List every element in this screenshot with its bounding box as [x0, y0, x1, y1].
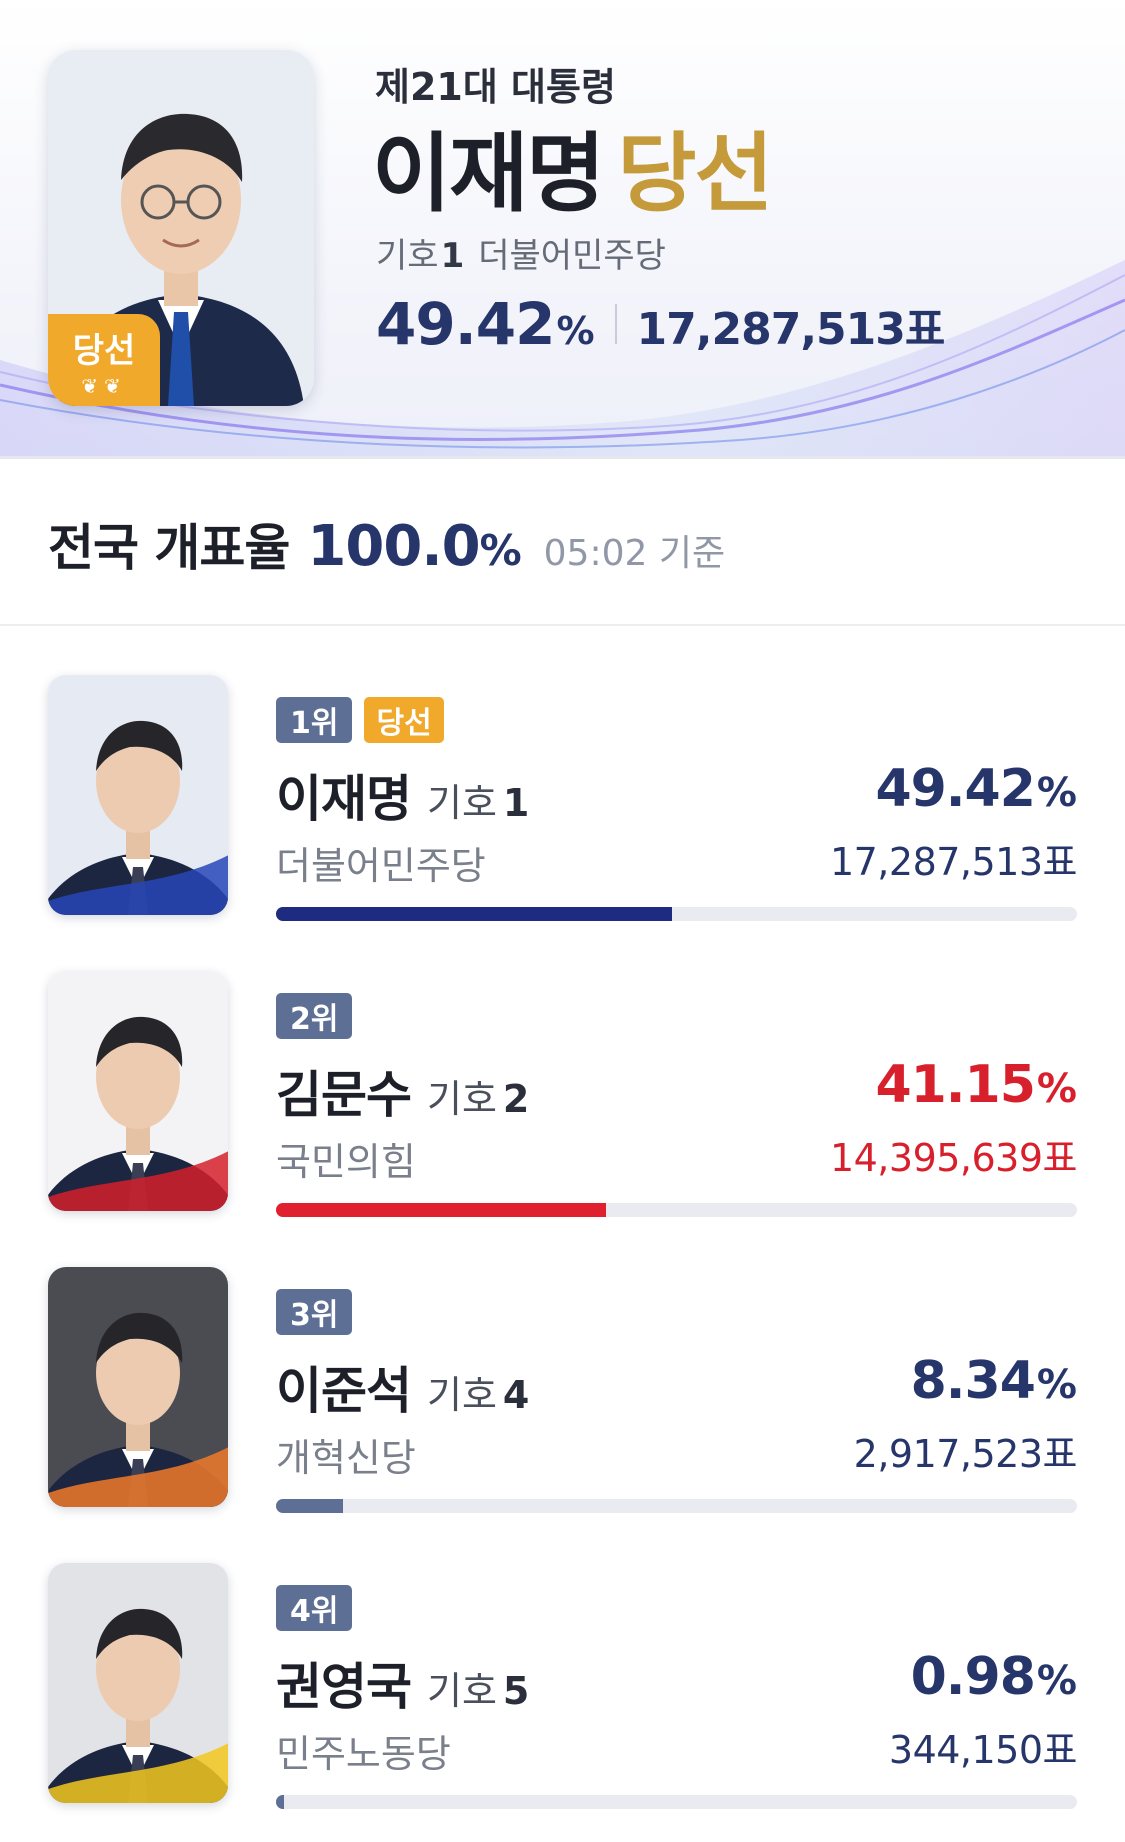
candidate-percent: 49.42 — [875, 759, 1035, 819]
rank-badge: 3위 — [276, 1289, 353, 1335]
ballot-number: 1 — [502, 781, 530, 825]
winner-name: 이재명 — [372, 124, 605, 224]
vote-share-bar — [276, 1203, 1077, 1217]
winner-stats: 49.42% 17,287,513표 — [376, 290, 946, 358]
candidate-percent: 8.34 — [910, 1351, 1036, 1411]
candidate-photo — [48, 1563, 228, 1803]
candidate-row[interactable]: 3위 이준석 기호 4 개혁신당 8.34% 2,917,523표 — [0, 1267, 1125, 1517]
vote-share-bar-fill — [276, 1795, 284, 1809]
candidate-row[interactable]: 2위 김문수 기호 2 국민의힘 41.15% 14,395,639표 — [0, 971, 1125, 1221]
candidate-portrait — [48, 1267, 228, 1507]
candidate-name-row: 김문수 기호 2 — [276, 1055, 529, 1127]
vote-share-bar-fill — [276, 1203, 606, 1217]
ballot-label: 기호 — [427, 1077, 497, 1121]
counting-rate-percent: 100.0 — [307, 514, 480, 579]
winner-headline: 이재명 당선 — [372, 124, 774, 224]
section-divider — [0, 624, 1125, 626]
candidate-badges: 1위 당선 — [276, 697, 444, 743]
winner-party: 더불어민주당 — [478, 236, 666, 276]
winner-ballot-number: 1 — [440, 236, 465, 276]
candidate-name: 이준석 — [276, 1362, 412, 1420]
candidate-votes: 2,917,523표 — [853, 1432, 1078, 1476]
counting-rate-percent-sign: % — [479, 526, 522, 575]
winner-hero: 당선 ❦❦ 제21대 대통령 이재명 당선 기호1 더불어민주당 49.42% 17… — [0, 0, 1125, 458]
candidate-name: 권영국 — [276, 1658, 412, 1716]
candidate-percent-sign: % — [1036, 770, 1077, 816]
elected-badge: 당선 — [364, 697, 444, 743]
candidate-name: 김문수 — [276, 1066, 412, 1124]
candidate-percent-row: 8.34% — [911, 1351, 1077, 1411]
winner-elected-badge-label: 당선 — [72, 330, 136, 371]
candidate-badges: 2위 — [276, 993, 353, 1039]
candidate-percent-row: 49.42% — [875, 759, 1077, 819]
candidate-name-row: 이준석 기호 4 — [276, 1351, 529, 1423]
winner-percent-sign: % — [556, 309, 595, 353]
winner-votes: 17,287,513표 — [636, 304, 946, 355]
candidate-name-row: 이재명 기호 1 — [276, 759, 529, 831]
candidate-votes: 17,287,513표 — [829, 840, 1078, 884]
candidate-row[interactable]: 4위 권영국 기호 5 민주노동당 0.98% 344,150표 — [0, 1563, 1125, 1813]
vote-share-bar — [276, 1499, 1077, 1513]
candidate-percent: 0.98 — [910, 1647, 1036, 1707]
rank-badge: 2위 — [276, 993, 353, 1039]
ballot-number: 4 — [502, 1373, 530, 1417]
winner-elected-text: 당선 — [617, 124, 773, 224]
candidate-party: 더불어민주당 — [276, 844, 486, 888]
stats-divider — [614, 304, 617, 344]
candidate-party: 민주노동당 — [276, 1732, 451, 1776]
winner-ballot-label: 기호 — [376, 236, 439, 276]
candidate-portrait — [48, 971, 228, 1211]
ballot-number: 2 — [502, 1077, 530, 1121]
rank-badge: 1위 — [276, 697, 353, 743]
candidate-photo — [48, 675, 228, 915]
candidate-votes: 344,150표 — [888, 1728, 1078, 1772]
ballot-label: 기호 — [427, 1669, 497, 1713]
vote-share-bar — [276, 907, 1077, 921]
candidate-row[interactable]: 1위 당선 이재명 기호 1 더불어민주당 49.42% 17,287,513표 — [0, 675, 1125, 925]
winner-photo: 당선 ❦❦ — [48, 50, 314, 406]
candidate-percent-row: 0.98% — [911, 1647, 1077, 1707]
candidate-party: 국민의힘 — [276, 1140, 416, 1184]
vote-share-bar-fill — [276, 1499, 343, 1513]
section-divider — [0, 456, 1125, 459]
candidate-percent-sign: % — [1036, 1066, 1077, 1112]
ballot-label: 기호 — [427, 1373, 497, 1417]
candidate-badges: 4위 — [276, 1585, 353, 1631]
candidate-percent-sign: % — [1036, 1658, 1077, 1704]
candidate-party: 개혁신당 — [276, 1436, 416, 1480]
candidate-portrait — [48, 675, 228, 915]
winner-ballot: 기호1 더불어민주당 — [376, 228, 666, 277]
candidate-name-row: 권영국 기호 5 — [276, 1647, 529, 1719]
candidate-votes: 14,395,639표 — [829, 1136, 1078, 1180]
winner-percent: 49.42 — [376, 290, 555, 358]
candidate-badges: 3위 — [276, 1289, 353, 1335]
candidate-name: 이재명 — [276, 770, 412, 828]
counting-rate-label: 전국 개표율 — [48, 519, 290, 577]
candidate-percent-row: 41.15% — [875, 1055, 1077, 1115]
candidate-portrait — [48, 1563, 228, 1803]
candidate-percent: 41.15 — [875, 1055, 1035, 1115]
candidate-photo — [48, 1267, 228, 1507]
vote-share-bar-fill — [276, 907, 672, 921]
counting-rate-time: 05:02 기준 — [543, 533, 726, 574]
candidate-percent-sign: % — [1036, 1362, 1077, 1408]
candidate-photo — [48, 971, 228, 1211]
laurel-icon: ❦❦ — [81, 373, 127, 398]
rank-badge: 4위 — [276, 1585, 353, 1631]
vote-share-bar — [276, 1795, 1077, 1809]
counting-rate: 전국 개표율 100.0% 05:02 기준 — [48, 508, 725, 580]
election-title: 제21대 대통령 — [375, 65, 616, 109]
ballot-number: 5 — [502, 1669, 530, 1713]
ballot-label: 기호 — [427, 781, 497, 825]
winner-elected-badge: 당선 ❦❦ — [48, 314, 160, 406]
